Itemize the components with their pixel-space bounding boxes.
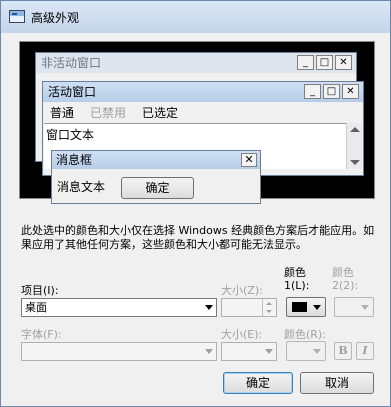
italic-button[interactable]: I xyxy=(356,342,374,360)
font-size-select[interactable] xyxy=(221,342,277,361)
scroll-down-icon xyxy=(350,160,360,165)
messagebox-ok-button[interactable]: 确定 xyxy=(121,177,194,199)
chevron-down-icon xyxy=(265,349,273,354)
messagebox-preview[interactable]: 消息框 ✕ 消息文本 确定 xyxy=(51,150,261,204)
minimize-icon: _ xyxy=(297,55,314,70)
chevron-down-icon xyxy=(205,349,213,354)
chevron-down-icon xyxy=(313,305,321,310)
messagebox-text: 消息文本 xyxy=(57,180,106,194)
minimize-icon: _ xyxy=(304,84,321,99)
inactive-caption-buttons: _ □ ✕ xyxy=(297,55,352,70)
window-text: 窗口文本 xyxy=(46,128,95,142)
item-size-label: 大小(Z): xyxy=(221,284,263,297)
scroll-up-icon xyxy=(350,127,360,132)
font-size-label: 大小(E): xyxy=(221,328,263,341)
chevron-down-icon xyxy=(205,305,213,310)
maximize-icon: □ xyxy=(316,55,333,70)
active-caption-buttons: _ □ ✕ xyxy=(304,84,359,99)
color-swatch xyxy=(292,302,307,312)
color1-button[interactable] xyxy=(286,297,326,317)
chevron-down-icon xyxy=(361,305,369,310)
ok-button[interactable]: 确定 xyxy=(223,372,293,394)
close-icon: ✕ xyxy=(342,84,359,99)
font-color-button[interactable] xyxy=(286,341,326,361)
menu-selected[interactable]: 已选定 xyxy=(142,104,178,122)
font-select[interactable] xyxy=(21,342,217,361)
item-select[interactable]: 桌面 xyxy=(21,298,217,317)
close-icon: ✕ xyxy=(335,55,352,70)
spinner-arrows-icon xyxy=(262,299,276,316)
font-color-label: 颜色(R): xyxy=(284,328,326,341)
preview-scrollbar[interactable] xyxy=(346,123,362,169)
title-bar[interactable]: 高级外观 xyxy=(1,1,390,33)
font-label: 字体(F): xyxy=(21,328,62,341)
color1-label: 颜色 1(L): xyxy=(284,266,310,292)
color2-label: 颜色 2(2): xyxy=(332,266,359,292)
description-text: 此处选中的颜色和大小仅在选择 Windows 经典颜色方案后才能应用。如果应用了… xyxy=(21,224,375,251)
item-label: 项目(I): xyxy=(21,284,59,297)
item-size-spinner[interactable] xyxy=(221,298,277,317)
maximize-icon: □ xyxy=(323,84,340,99)
display-settings-icon xyxy=(9,10,25,23)
chevron-down-icon xyxy=(313,349,321,354)
menu-normal[interactable]: 普通 xyxy=(50,104,74,122)
color2-button[interactable] xyxy=(334,297,374,317)
window-title: 高级外观 xyxy=(31,11,80,25)
bold-button[interactable]: B xyxy=(334,342,352,360)
advanced-appearance-dialog: 高级外观 非活动窗口 _ □ ✕ 活动窗口 _ □ ✕ 普通 已禁用 已选定 窗… xyxy=(0,0,391,407)
menu-disabled[interactable]: 已禁用 xyxy=(90,104,126,122)
item-value: 桌面 xyxy=(25,301,47,314)
close-icon: ✕ xyxy=(241,153,257,167)
preview-menu-bar: 普通 已禁用 已选定 xyxy=(44,104,362,122)
cancel-button[interactable]: 取消 xyxy=(300,372,374,394)
messagebox-title: 消息框 xyxy=(52,151,260,169)
